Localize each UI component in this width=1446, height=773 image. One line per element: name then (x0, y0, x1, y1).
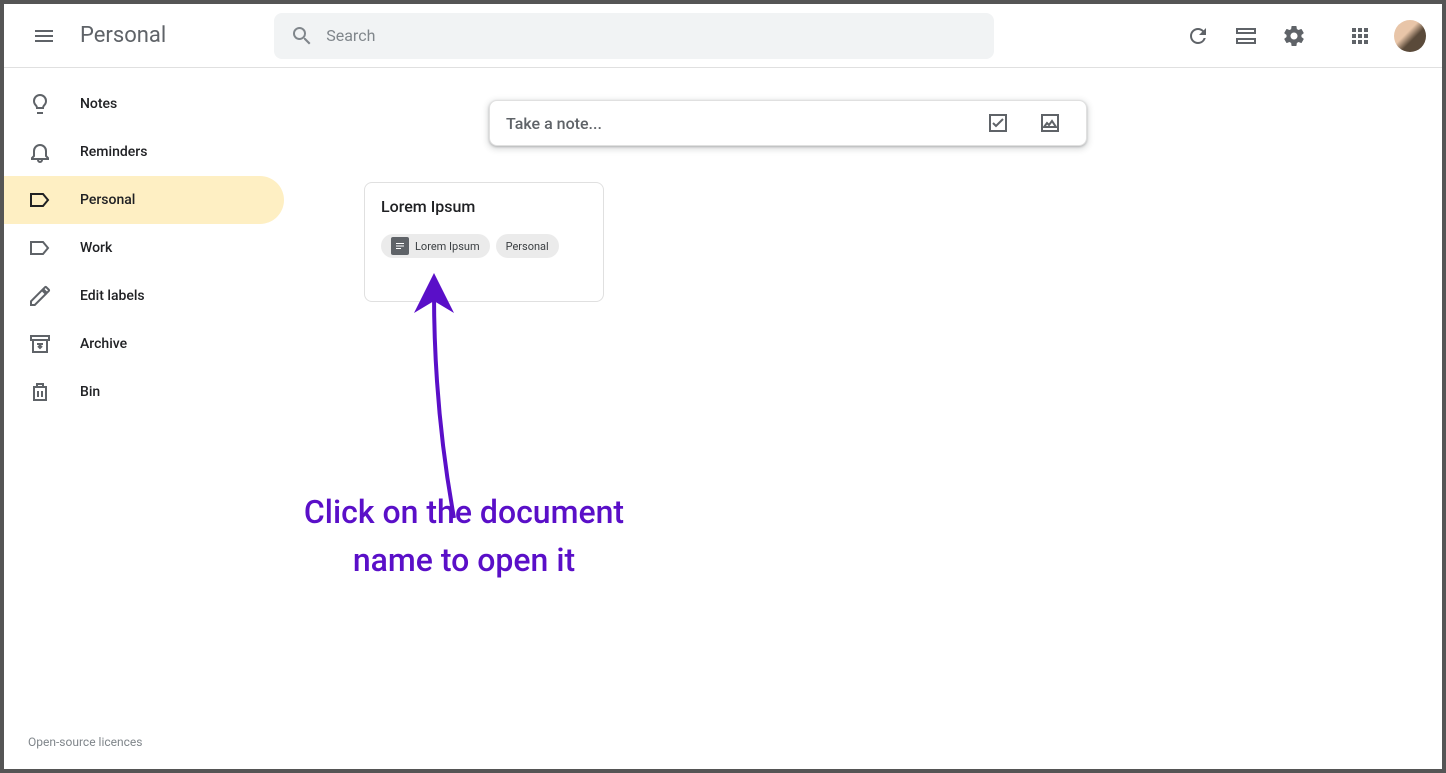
take-note-box[interactable]: Take a note... (489, 100, 1087, 146)
apps-button[interactable] (1338, 14, 1382, 58)
bell-icon (28, 140, 52, 164)
sidebar-item-label: Notes (80, 96, 117, 112)
sidebar-item-reminders[interactable]: Reminders (4, 128, 284, 176)
sidebar: Notes Reminders Personal Work Edit label… (4, 68, 284, 769)
sidebar-item-label: Edit labels (80, 288, 145, 304)
list-view-button[interactable] (1224, 14, 1268, 58)
lightbulb-icon (28, 92, 52, 116)
refresh-button[interactable] (1176, 14, 1220, 58)
hamburger-icon (32, 24, 56, 48)
header-actions (1176, 14, 1426, 58)
list-view-icon (1234, 24, 1258, 48)
image-icon (1038, 111, 1062, 135)
app-title: Personal (80, 23, 166, 48)
note-chips: Lorem Ipsum Personal (381, 234, 587, 258)
user-avatar[interactable] (1394, 20, 1426, 52)
chip-label: Lorem Ipsum (415, 240, 480, 253)
sidebar-item-edit-labels[interactable]: Edit labels (4, 272, 284, 320)
sidebar-item-bin[interactable]: Bin (4, 368, 284, 416)
settings-button[interactable] (1272, 14, 1316, 58)
sidebar-item-label: Reminders (80, 144, 147, 160)
trash-icon (28, 380, 52, 404)
document-icon (391, 237, 409, 255)
menu-button[interactable] (20, 12, 68, 60)
sidebar-item-notes[interactable]: Notes (4, 80, 284, 128)
app-header: Personal (4, 4, 1442, 68)
label-icon (28, 188, 52, 212)
pencil-icon (28, 284, 52, 308)
document-chip[interactable]: Lorem Ipsum (381, 234, 490, 258)
search-input[interactable] (326, 26, 978, 45)
checkbox-icon (986, 111, 1010, 135)
new-list-button[interactable] (978, 103, 1018, 143)
search-box[interactable] (274, 13, 994, 59)
open-source-licences-link[interactable]: Open-source licences (4, 715, 284, 769)
note-card[interactable]: Lorem Ipsum Lorem Ipsum Personal (364, 182, 604, 302)
search-icon (290, 24, 314, 48)
chip-label: Personal (506, 240, 549, 253)
label-chip[interactable]: Personal (496, 234, 559, 258)
note-title: Lorem Ipsum (381, 197, 587, 216)
notes-grid: Lorem Ipsum Lorem Ipsum Personal (284, 182, 1442, 302)
sidebar-item-label: Personal (80, 192, 135, 208)
apps-grid-icon (1348, 24, 1372, 48)
new-image-note-button[interactable] (1030, 103, 1070, 143)
gear-icon (1282, 24, 1306, 48)
label-icon (28, 236, 52, 260)
main-content: Take a note... Lorem Ipsum Lorem Ipsum (284, 68, 1442, 769)
refresh-icon (1186, 24, 1210, 48)
sidebar-item-label: Archive (80, 336, 127, 352)
archive-icon (28, 332, 52, 356)
annotation-text: Click on the document name to open it (244, 488, 684, 584)
sidebar-item-label: Work (80, 240, 112, 256)
sidebar-item-work[interactable]: Work (4, 224, 284, 272)
sidebar-item-personal[interactable]: Personal (4, 176, 284, 224)
sidebar-item-archive[interactable]: Archive (4, 320, 284, 368)
take-note-placeholder: Take a note... (506, 114, 966, 133)
sidebar-item-label: Bin (80, 384, 100, 400)
